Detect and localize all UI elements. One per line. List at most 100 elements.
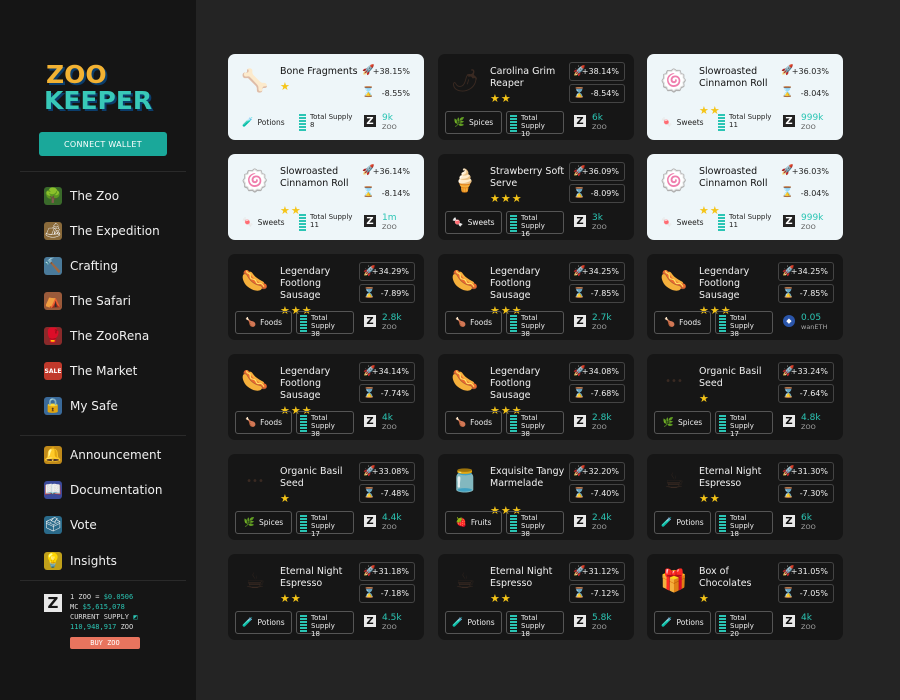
category-label: Foods [470,318,493,327]
category-badge[interactable]: 🍬 Sweets [654,111,711,134]
nav-label: Crafting [70,259,118,273]
item-card[interactable]: 🍥 Slowroasted Cinnamon Roll ★★ 🚀 +36.03% ⌛ -8.… [647,154,843,240]
supply-bars-icon [719,615,726,632]
coffee-icon: ☕ [245,568,265,594]
item-card[interactable]: 🍥 Slowroasted Cinnamon Roll ★★ 🚀 +36.03% ⌛ -8.… [647,54,843,140]
nav-item-zoo[interactable]: 🌳 The Zoo [44,185,119,207]
supply-unit: ZOO [116,623,134,631]
item-card[interactable]: 🌭 Legendary Footlong Sausage ★★★ 🚀 +34.08% ⌛ -… [438,354,634,440]
nav-item-insights[interactable]: 💡 Insights [44,550,117,572]
nav-label: Announcement [70,448,162,462]
total-supply-badge: Total Supply 18 [296,611,354,638]
category-badge[interactable]: 🍓 Fruits [445,511,502,534]
change-down-value: -7.85% [799,289,828,298]
category-badge[interactable]: 🍬 Sweets [445,211,502,234]
change-down-value: -7.05% [799,589,828,598]
price-unit: ZOO [592,423,607,431]
category-badge[interactable]: 🍗 Foods [445,411,502,434]
nav-item-book[interactable]: 📖 Documentation [44,479,163,501]
nav-item-crafting[interactable]: 🔨 Crafting [44,255,118,277]
item-card[interactable]: 🌭 Legendary Footlong Sausage ★★★ 🚀 +34.25% ⌛ -… [647,254,843,340]
item-name: Box of Chocolates [699,566,752,589]
total-supply-badge: Total Supply 8 [296,111,354,134]
category-badge[interactable]: 🧪 Potions [445,611,502,634]
item-card[interactable]: ••• Organic Basil Seed ★ 🚀 +33.08% ⌛ -7.48% 🌿 Sp… [228,454,424,540]
change-up-value: +34.14% [371,367,409,376]
item-card[interactable]: ☕ Eternal Night Espresso ★★ 🚀 +31.18% ⌛ -7.18%… [228,554,424,640]
nav-item-safari[interactable]: ⛺ The Safari [44,290,131,312]
category-badge[interactable]: 🧪 Potions [235,611,292,634]
category-badge[interactable]: 🧪 Potions [654,611,711,634]
item-card[interactable]: 🌭 Legendary Footlong Sausage ★★★ 🚀 +34.25% ⌛ -… [438,254,634,340]
nav-item-safe[interactable]: 🔒 My Safe [44,395,118,417]
item-card[interactable]: 🫙 Exquisite Tangy Marmelade ★★★ 🚀 +32.20% ⌛ -7… [438,454,634,540]
spice-icon: 🌿 [453,117,465,128]
category-badge[interactable]: 🍗 Foods [445,311,502,334]
hourglass-icon: ⌛ [781,187,794,198]
candy-icon: 🍬 [452,217,464,228]
nav-item-bell[interactable]: 🔔 Announcement [44,444,161,466]
total-supply-badge: Total Supply 38 [506,411,564,438]
category-badge[interactable]: 🍗 Foods [235,411,292,434]
item-card[interactable]: 🍦 Strawberry Soft Serve ★★★ 🚀 +36.09% ⌛ -8.09%… [438,154,634,240]
nav-item-expedition[interactable]: 🏕 The Expedition [44,220,160,242]
change-up-value: +32.20% [581,467,619,476]
nav-item-vote[interactable]: 🗳 Vote [44,514,97,536]
rocket-icon: 🚀 [362,65,375,76]
item-name: Exquisite Tangy Marmelade [490,466,565,489]
item-card[interactable]: ☕ Eternal Night Espresso ★★ 🚀 +31.30% ⌛ -7.30%… [647,454,843,540]
supply-bars-icon [719,315,726,332]
change-down-value: -7.64% [799,389,828,398]
change-up: 🚀 +36.03% [778,62,834,81]
category-badge[interactable]: 🧪 Potions [654,511,711,534]
category-badge[interactable]: 🍗 Foods [654,311,711,334]
rocket-icon: 🚀 [573,66,586,77]
item-card[interactable]: 🦴 Bone Fragments ★ 🚀 +38.15% ⌛ -8.55% 🧪 Potions T… [228,54,424,140]
nav-item-zoorena[interactable]: 🥊 The ZooRena [44,325,149,347]
price-unit: ZOO [801,623,816,631]
total-supply-label: Total Supply [521,114,545,130]
spice-icon: 🌿 [662,417,674,428]
category-badge[interactable]: 🧪 Potions [235,111,292,134]
rocket-icon: 🚀 [573,566,586,577]
total-supply-label: Total Supply [521,214,545,230]
item-card[interactable]: 🍥 Slowroasted Cinnamon Roll ★★ 🚀 +36.14% ⌛ -8.… [228,154,424,240]
price-value: 4.4k [382,513,402,523]
supply-bars-icon [299,214,306,231]
item-name: Legendary Footlong Sausage [699,266,750,301]
item-card[interactable]: ☕ Eternal Night Espresso ★★ 🚀 +31.12% ⌛ -7.12%… [438,554,634,640]
change-down: ⌛ -8.54% [569,84,625,103]
category-badge[interactable]: 🍬 Sweets [654,211,711,234]
price-value: 2.8k [592,413,612,423]
category-badge[interactable]: 🌿 Spices [654,411,711,434]
change-down: ⌛ -7.18% [359,584,415,603]
rocket-icon: 🚀 [363,366,376,377]
category-badge[interactable]: 🍗 Foods [235,311,292,334]
connect-wallet-button[interactable]: CONNECT WALLET [39,132,167,156]
item-card[interactable]: 🌭 Legendary Footlong Sausage ★★★ 🚀 +34.14% ⌛ -… [228,354,424,440]
total-supply-badge: Total Supply 11 [296,211,354,234]
rocket-icon: 🚀 [363,466,376,477]
zoo-token-icon: Z [574,115,586,127]
item-card[interactable]: 🎁 Box of Chocolates ★ 🚀 +31.05% ⌛ -7.05% 🧪 Potio… [647,554,843,640]
category-badge[interactable]: 🌿 Spices [445,111,502,134]
total-supply-value: 20 [730,630,739,638]
zookeeper-logo[interactable]: ZOO KEEPER [44,62,168,114]
supply-bars-icon [300,415,307,432]
price-unit: ZOO [592,323,607,331]
category-badge[interactable]: 🍬 Sweets [235,211,292,234]
zoo-token-icon: Z [364,515,376,527]
hourglass-icon: ⌛ [782,388,795,399]
external-link-icon[interactable]: ◩ [133,613,137,621]
item-card[interactable]: 🌶 Carolina Grim Reaper ★★ 🚀 +38.14% ⌛ -8.54% 🌿 S… [438,54,634,140]
item-card[interactable]: ••• Organic Basil Seed ★ 🚀 +33.24% ⌛ -7.64% 🌿 Sp… [647,354,843,440]
nav-item-market[interactable]: SALE The Market [44,360,137,382]
zoo-price: $0.0506 [103,593,134,601]
change-up-value: +36.14% [372,167,410,176]
change-down-value: -8.14% [381,189,410,198]
item-card[interactable]: 🌭 Legendary Footlong Sausage ★★★ 🚀 +34.29% ⌛ -… [228,254,424,340]
supply-bars-icon [510,215,517,232]
buy-zoo-button[interactable]: BUY ZOO [70,637,140,649]
hourglass-icon: ⌛ [782,588,795,599]
category-badge[interactable]: 🌿 Spices [235,511,292,534]
